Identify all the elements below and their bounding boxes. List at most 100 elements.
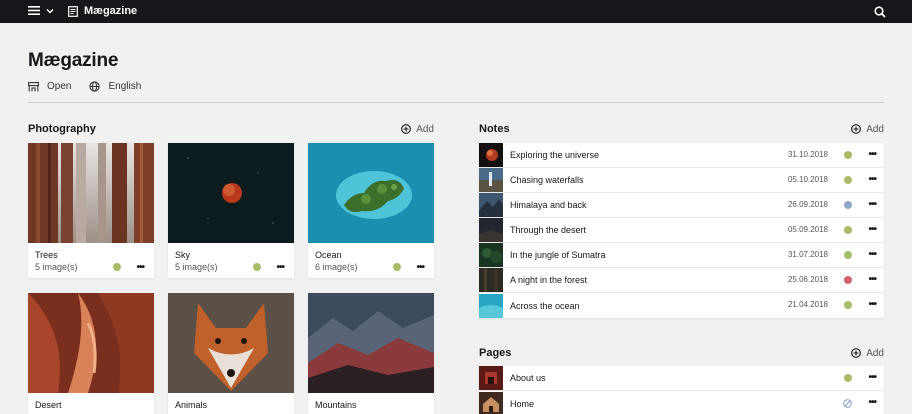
more-options-icon[interactable]: ••• [868, 149, 876, 160]
album-thumbnail [28, 143, 154, 243]
note-row[interactable]: Exploring the universe 31.10.2018 ••• [479, 143, 884, 168]
note-row[interactable]: In the jungle of Sumatra 31.07.2018 ••• [479, 243, 884, 268]
album-count: 5 image(s) [175, 262, 218, 272]
album-count: 6 image(s) [315, 262, 358, 272]
note-row[interactable]: Chasing waterfalls 05.10.2018 ••• [479, 168, 884, 193]
add-photography-button[interactable]: Add [401, 124, 434, 135]
more-options-icon[interactable]: ••• [868, 224, 876, 235]
status-dot [844, 276, 852, 284]
note-date: 05.09.2018 [787, 225, 828, 234]
album-thumbnail [28, 293, 154, 393]
album-card-desert[interactable]: Desert [28, 293, 154, 414]
note-date: 26.09.2018 [787, 200, 828, 209]
status-open-icon [28, 81, 39, 91]
header-divider [28, 102, 884, 103]
page-status[interactable]: Open [28, 81, 71, 92]
status-dot [844, 301, 852, 309]
status-dot [113, 263, 121, 271]
page-language[interactable]: English [89, 81, 141, 92]
album-title: Sky [175, 250, 191, 260]
site-name: Mægazine [84, 5, 138, 17]
pages-list: About us ••• Home ••• [479, 366, 884, 414]
page-row[interactable]: Home ••• [479, 391, 884, 414]
add-page-button[interactable]: Add [851, 348, 884, 359]
add-note-button[interactable]: Add [851, 124, 884, 135]
more-options-icon[interactable]: ••• [136, 262, 144, 273]
more-options-icon[interactable]: ••• [868, 199, 876, 210]
album-title: Desert [35, 400, 62, 410]
page-title-label: About us [510, 373, 546, 383]
album-title: Trees [35, 250, 58, 260]
status-dot [844, 151, 852, 159]
album-card-trees[interactable]: Trees 5 image(s) ••• [28, 143, 154, 278]
note-row[interactable]: A night in the forest 25.06.2018 ••• [479, 268, 884, 293]
page-thumbnail [479, 391, 503, 414]
search-icon [874, 6, 886, 18]
photography-header: Photography Add [28, 123, 434, 135]
menu-button[interactable] [28, 5, 54, 16]
more-options-icon[interactable]: ••• [868, 249, 876, 260]
more-options-icon[interactable]: ••• [868, 397, 876, 408]
status-dot [844, 226, 852, 234]
note-date: 31.07.2018 [787, 250, 828, 259]
album-card-sky[interactable]: Sky 5 image(s) ••• [168, 143, 294, 278]
search-button[interactable] [874, 5, 886, 23]
add-icon [851, 124, 862, 134]
status-dot [393, 263, 401, 271]
album-card-ocean[interactable]: Ocean 6 image(s) ••• [308, 143, 434, 278]
status-dot [844, 374, 852, 382]
note-row[interactable]: Across the ocean 21.04.2018 ••• [479, 293, 884, 318]
album-thumbnail [308, 293, 434, 393]
note-date: 25.06.2018 [787, 275, 828, 284]
note-date: 21.04.2018 [787, 300, 828, 309]
note-thumbnail [479, 168, 503, 192]
more-options-icon[interactable]: ••• [868, 372, 876, 383]
note-title: Through the desert [510, 225, 587, 235]
page-meta: Open English [28, 81, 159, 92]
album-thumbnail [168, 293, 294, 393]
notes-title: Notes [479, 123, 510, 135]
more-options-icon[interactable]: ••• [868, 274, 876, 285]
page-icon [68, 5, 78, 17]
note-row[interactable]: Through the desert 05.09.2018 ••• [479, 218, 884, 243]
note-title: Himalaya and back [510, 200, 587, 210]
note-thumbnail [479, 268, 503, 292]
more-options-icon[interactable]: ••• [868, 174, 876, 185]
note-thumbnail [479, 218, 503, 242]
notes-list: Exploring the universe 31.10.2018 ••• Ch… [479, 143, 884, 318]
photography-title: Photography [28, 123, 96, 135]
chevron-down-icon [46, 8, 54, 14]
note-thumbnail [479, 143, 503, 167]
note-title: Chasing waterfalls [510, 175, 584, 185]
status-dot [253, 263, 261, 271]
hamburger-icon [28, 6, 40, 15]
note-title: In the jungle of Sumatra [510, 250, 606, 260]
note-title: A night in the forest [510, 275, 588, 285]
pages-title: Pages [479, 347, 512, 359]
album-thumbnail [168, 143, 294, 243]
language-label: English [108, 81, 142, 92]
add-icon [851, 348, 862, 358]
add-icon [401, 124, 412, 134]
note-thumbnail [479, 193, 503, 217]
album-count: 5 image(s) [35, 262, 78, 272]
more-options-icon[interactable]: ••• [276, 262, 284, 273]
topbar: Mægazine [0, 0, 912, 23]
note-thumbnail [479, 293, 503, 318]
album-card-mountains[interactable]: Mountains [308, 293, 434, 414]
notes-header: Notes Add [479, 123, 884, 135]
globe-icon [89, 81, 101, 92]
more-options-icon[interactable]: ••• [868, 299, 876, 310]
album-title: Mountains [315, 400, 357, 410]
page-row[interactable]: About us ••• [479, 366, 884, 391]
album-title: Ocean [315, 250, 342, 260]
status-dot [844, 176, 852, 184]
more-options-icon[interactable]: ••• [416, 262, 424, 273]
status-dot [844, 251, 852, 259]
note-date: 05.10.2018 [787, 175, 828, 184]
page-thumbnail [479, 366, 503, 390]
album-card-animals[interactable]: Animals [168, 293, 294, 414]
site-link[interactable]: Mægazine [68, 5, 137, 17]
page-title: Mægazine [28, 50, 119, 71]
note-row[interactable]: Himalaya and back 26.09.2018 ••• [479, 193, 884, 218]
